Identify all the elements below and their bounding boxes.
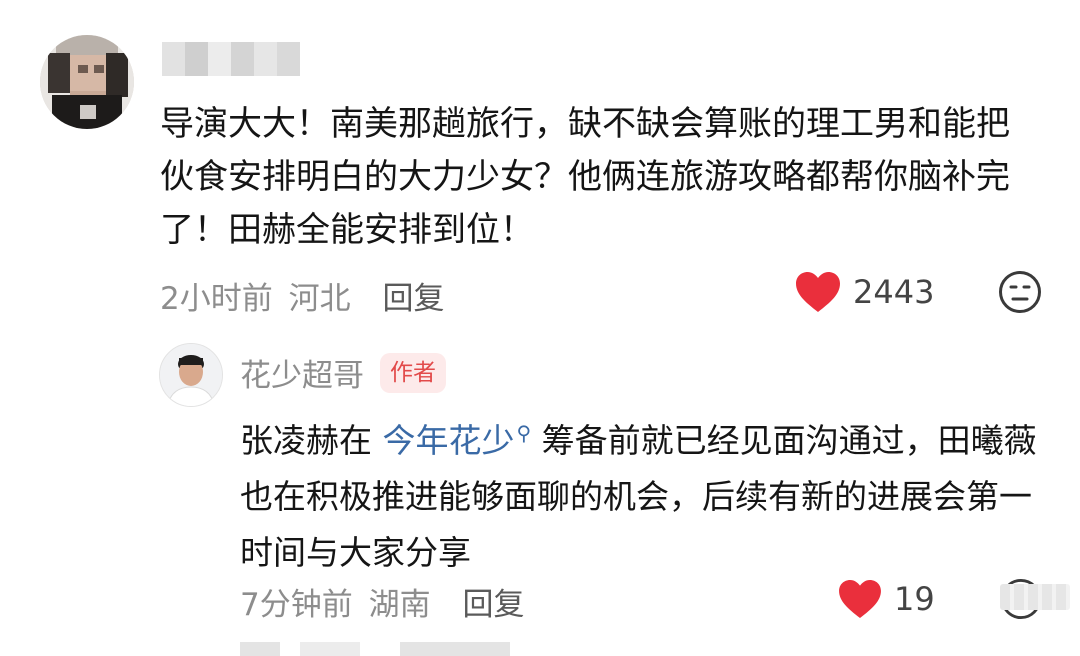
topic-link-label: 今年花少 (382, 421, 515, 460)
comment-dislike-button[interactable] (998, 270, 1042, 314)
comment-meta: 2小时前 河北 回复 (160, 273, 444, 318)
reply-meta: 7分钟前 湖南 回复 (240, 579, 524, 624)
comment-time: 2小时前 (160, 281, 273, 317)
comment-text: 导演大大！南美那趟旅行，缺不缺会算账的理工男和能把伙食安排明白的大力少女？他俩连… (160, 104, 1010, 250)
neutral-face-icon (998, 270, 1042, 314)
reply-time: 7分钟前 (240, 587, 353, 623)
commenter-name-masked (162, 42, 304, 76)
author-badge: 作者 (380, 352, 446, 393)
reply-like-button[interactable]: 19 (838, 579, 935, 619)
search-icon: ⚲ (516, 421, 532, 445)
watermark-mark (1000, 584, 1070, 610)
reply-text: 张凌赫在 今年花少 ⚲ 筹备前就已经见面沟通过，田曦薇也在积极推进能够面聊的机会，… (240, 405, 1040, 581)
author-row: 花少超哥 作者 (240, 350, 446, 395)
watermark (1000, 584, 1070, 610)
author-avatar[interactable] (159, 343, 223, 407)
heart-icon (838, 579, 882, 619)
reply-reply-button[interactable]: 回复 (462, 587, 524, 623)
comment-location: 河北 (288, 281, 351, 317)
comment-like-count: 2443 (853, 273, 935, 311)
commenter-avatar[interactable] (40, 35, 134, 129)
reply-like-count: 19 (894, 580, 935, 618)
reply-text-before: 张凌赫在 (240, 421, 383, 460)
author-name[interactable]: 花少超哥 (240, 350, 364, 395)
topic-link[interactable]: 今年花少 ⚲ (383, 421, 532, 460)
reply-location: 湖南 (368, 587, 431, 623)
comment-reply-button[interactable]: 回复 (382, 281, 444, 317)
comment-like-button[interactable]: 2443 (795, 271, 934, 313)
heart-icon (795, 271, 841, 313)
